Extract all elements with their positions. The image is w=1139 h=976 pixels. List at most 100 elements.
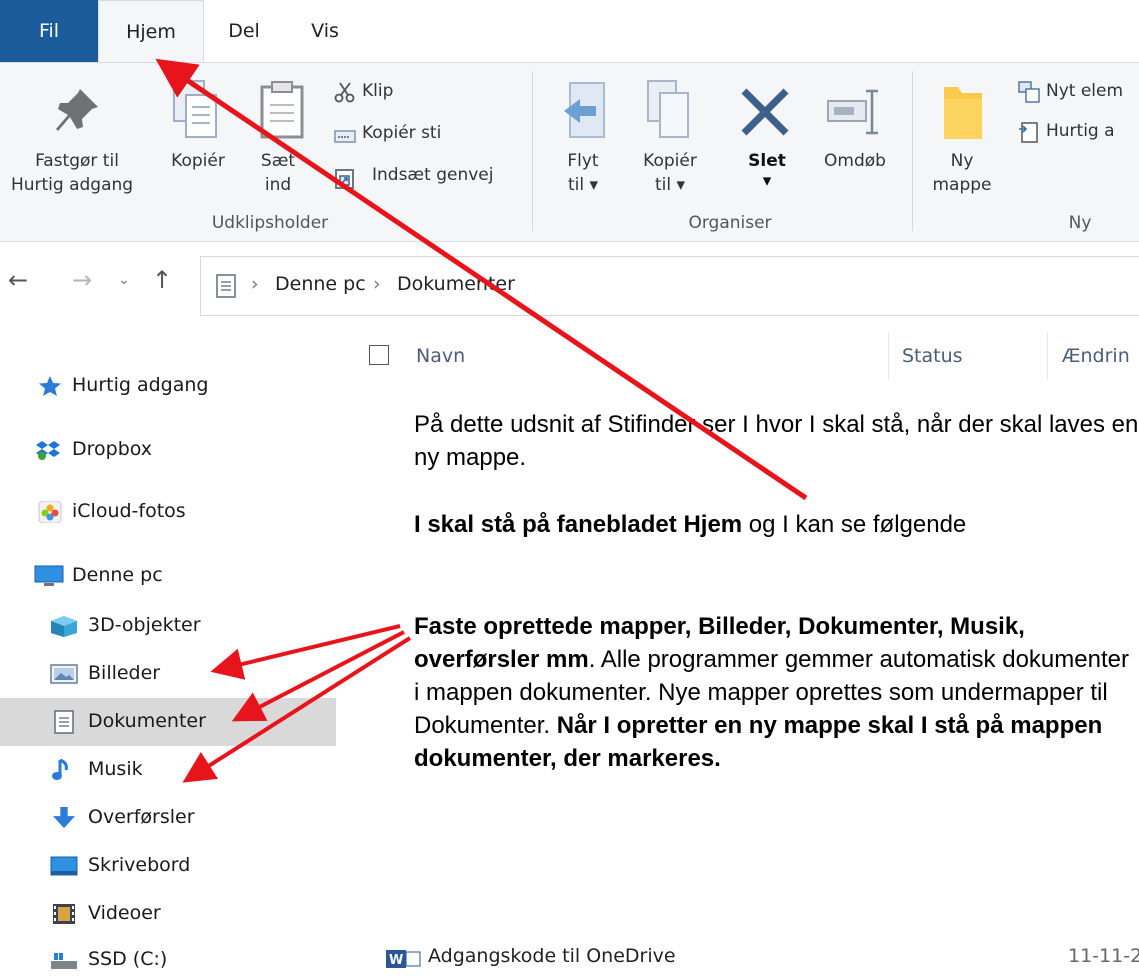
new-folder-label-1: Ny (950, 151, 974, 171)
file-date: 11-11-2 (1068, 945, 1139, 967)
tab-fil[interactable]: Fil (0, 0, 98, 62)
sidebar-label: Videoer (88, 902, 161, 924)
sidebar-item-this-pc[interactable]: Denne pc (0, 552, 336, 600)
dropbox-icon (36, 441, 60, 460)
select-all-checkbox[interactable] (369, 345, 389, 365)
desktop-icon (50, 856, 78, 876)
instruction-paragraph-1: På dette udsnit af Stifinder ser I hvor … (414, 411, 1139, 471)
forward-arrow-icon[interactable]: → (72, 266, 92, 294)
sidebar-item-3d-objects[interactable]: 3D-objekter (0, 602, 336, 650)
sidebar-item-icloud[interactable]: iCloud-fotos (0, 488, 336, 536)
svg-text:W: W (389, 953, 403, 968)
back-arrow-icon[interactable]: ← (8, 266, 28, 294)
sidebar-label: Musik (88, 758, 143, 780)
sidebar-item-ssd[interactable]: SSD (C:) (0, 936, 336, 976)
copy-label: Kopiér (171, 151, 225, 171)
new-folder-label-2: mappe (932, 175, 992, 195)
move-to-icon (564, 82, 605, 138)
rename-label: Omdøb (824, 151, 886, 171)
delete-x-icon (741, 88, 789, 136)
star-icon (39, 376, 61, 396)
instruction-paragraph-3: Faste oprettede mapper, Billeder, Dokume… (414, 610, 1139, 775)
column-separator[interactable] (1047, 333, 1048, 379)
new-item-icon (1018, 81, 1040, 103)
sidebar-item-dropbox[interactable]: Dropbox (0, 426, 336, 474)
sidebar-item-music[interactable]: Musik (0, 746, 336, 794)
group-clipboard-label: Udklipsholder (211, 213, 329, 233)
move-to-label-2: til ▾ (567, 175, 599, 195)
ribbon-divider (912, 71, 913, 231)
word-document-icon: W (386, 950, 421, 968)
documents-folder-icon (216, 274, 236, 298)
pin-label-2: Hurtig adgang (10, 175, 134, 195)
scissors-icon (334, 82, 355, 103)
tab-del[interactable]: Del (206, 0, 282, 62)
icloud-photos-icon (38, 501, 62, 523)
tab-vis[interactable]: Vis (290, 0, 360, 62)
sidebar-label: Overførsler (88, 806, 195, 828)
quick-access-item-label: Hurtig a (1046, 121, 1115, 141)
group-new-label: Ny (1068, 213, 1092, 233)
pictures-icon (50, 664, 78, 684)
folder-icon (944, 87, 982, 139)
sidebar-item-downloads[interactable]: Overførsler (0, 794, 336, 842)
sidebar-item-desktop[interactable]: Skrivebord (0, 842, 336, 890)
sidebar-label: iCloud-fotos (72, 500, 186, 522)
clipboard-icon (260, 81, 304, 139)
documents-icon (54, 710, 74, 734)
pin-label-1: Fastgør til (35, 151, 119, 171)
new-item-label: Nyt elem (1046, 81, 1124, 101)
music-note-icon (52, 759, 68, 780)
sidebar-label: Hurtig adgang (72, 374, 209, 396)
sidebar-item-documents[interactable]: Dokumenter (0, 698, 336, 746)
sidebar-label: Billeder (88, 662, 161, 684)
download-arrow-icon (53, 807, 75, 829)
sidebar-label: Dokumenter (88, 710, 206, 732)
sidebar-label: 3D-objekter (88, 614, 201, 636)
copy-path-label: Kopiér sti (362, 123, 442, 143)
breadcrumb-separator: › (251, 273, 259, 295)
column-header-status[interactable]: Status (902, 333, 963, 379)
ribbon: Fastgør til Hurtig adgang Kopiér Sæt ind (0, 62, 1139, 242)
ribbon-divider (532, 71, 533, 231)
sidebar-item-pictures[interactable]: Billeder (0, 650, 336, 698)
up-arrow-icon[interactable]: ↑ (152, 266, 172, 294)
instruction-paragraph-2: I skal stå på fanebladet Hjem og I kan s… (414, 508, 1139, 541)
computer-icon (34, 565, 64, 586)
instruction-bold-text: I skal stå på fanebladet Hjem (414, 511, 743, 538)
delete-label-1: Slet (748, 151, 786, 171)
copy-path-icon (334, 130, 356, 143)
sidebar-label: Dropbox (72, 438, 153, 460)
sidebar-label: Skrivebord (88, 854, 191, 876)
column-header-name[interactable]: Navn (416, 333, 465, 379)
sidebar-label: Denne pc (72, 564, 163, 586)
paste-shortcut-label: Indsæt genvej (372, 165, 494, 185)
copy-to-icon (647, 80, 689, 138)
recent-chevron-down-icon[interactable]: ⌄ (118, 272, 130, 288)
easy-access-icon (1019, 122, 1038, 143)
rename-icon (827, 89, 878, 135)
breadcrumb-documents[interactable]: Dokumenter (397, 273, 515, 295)
move-to-label-1: Flyt (567, 151, 599, 171)
instruction-text: og I kan se følgende (742, 511, 967, 538)
cube-3d-icon (51, 616, 77, 637)
paste-shortcut-icon (335, 169, 354, 189)
tab-hjem[interactable]: Hjem (98, 0, 204, 64)
copy-to-label-1: Kopiér (643, 151, 697, 171)
address-bar[interactable]: › Denne pc › Dokumenter (200, 256, 1139, 316)
sidebar-item-videos[interactable]: Videoer (0, 890, 336, 938)
column-header-modified[interactable]: Ændrin (1062, 333, 1130, 379)
breadcrumb-separator: › (373, 273, 381, 295)
delete-label-2: ▾ (762, 171, 772, 191)
drive-icon (51, 953, 77, 969)
file-name: Adgangskode til OneDrive (428, 945, 676, 967)
paste-label-2: ind (264, 175, 292, 195)
sidebar-label: SSD (C:) (88, 948, 168, 970)
pin-icon (56, 89, 98, 131)
video-film-icon (53, 904, 75, 924)
ribbon-tab-row: Fil Hjem Del Vis (0, 0, 1139, 64)
breadcrumb-this-pc[interactable]: Denne pc (275, 273, 366, 295)
column-separator[interactable] (888, 333, 889, 379)
copy-to-label-2: til ▾ (654, 175, 686, 195)
sidebar-item-quick-access[interactable]: Hurtig adgang (0, 362, 336, 410)
